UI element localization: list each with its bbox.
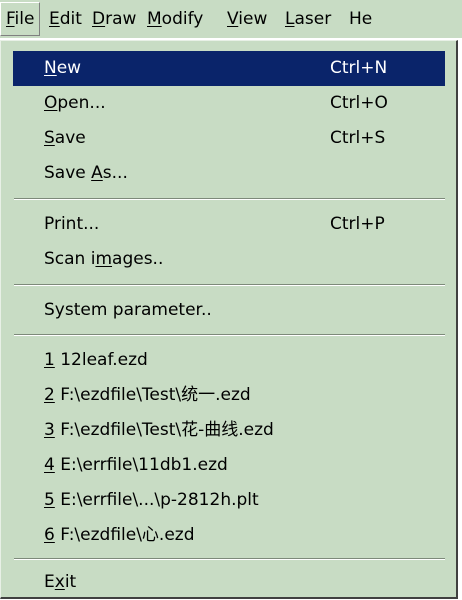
- menu-file[interactable]: File: [0, 2, 41, 36]
- menu-item-save-as[interactable]: Save As...: [13, 156, 445, 191]
- recent-file-1[interactable]: 1 12leaf.ezd: [13, 343, 445, 378]
- menu-item-print[interactable]: Print... Ctrl+P: [13, 207, 445, 242]
- recent-file-6[interactable]: 6 F:\ezdfile\心.ezd: [13, 518, 445, 553]
- menu-edit[interactable]: Edit: [44, 2, 87, 36]
- menu-item-open[interactable]: Open... Ctrl+O: [13, 86, 445, 121]
- menu-item-new[interactable]: New Ctrl+N: [13, 51, 445, 86]
- menu-help[interactable]: He: [344, 2, 377, 36]
- menu-separator: [14, 284, 445, 286]
- shortcut-label: Ctrl+O: [330, 93, 388, 113]
- menu-separator: [14, 558, 445, 560]
- recent-file-4[interactable]: 4 E:\errfile\11db1.ezd: [13, 448, 445, 483]
- menu-modify[interactable]: Modify: [142, 2, 208, 36]
- menu-item-save[interactable]: Save Ctrl+S: [13, 121, 445, 156]
- recent-file-3[interactable]: 3 F:\ezdfile\Test\花-曲线.ezd: [13, 413, 445, 448]
- shortcut-label: Ctrl+N: [330, 58, 388, 78]
- menu-item-system-parameter[interactable]: System parameter..: [13, 293, 445, 328]
- menu-bar: File Edit Draw Modify View Laser He: [0, 0, 462, 38]
- recent-file-2[interactable]: 2 F:\ezdfile\Test\统一.ezd: [13, 378, 445, 413]
- shortcut-label: Ctrl+P: [330, 214, 385, 234]
- menu-separator: [14, 198, 445, 200]
- menu-separator: [14, 334, 445, 336]
- menu-draw[interactable]: Draw: [87, 2, 141, 36]
- recent-file-5[interactable]: 5 E:\errfile\...\p-2812h.plt: [13, 483, 445, 518]
- menu-laser[interactable]: Laser: [280, 2, 336, 36]
- menu-item-exit[interactable]: Exit: [13, 565, 445, 600]
- file-dropdown-menu: New Ctrl+N Open... Ctrl+O Save Ctrl+S Save …: [0, 40, 458, 599]
- shortcut-label: Ctrl+S: [330, 128, 386, 148]
- menu-view[interactable]: View: [222, 2, 272, 36]
- menu-item-scan-images[interactable]: Scan images..: [13, 242, 445, 277]
